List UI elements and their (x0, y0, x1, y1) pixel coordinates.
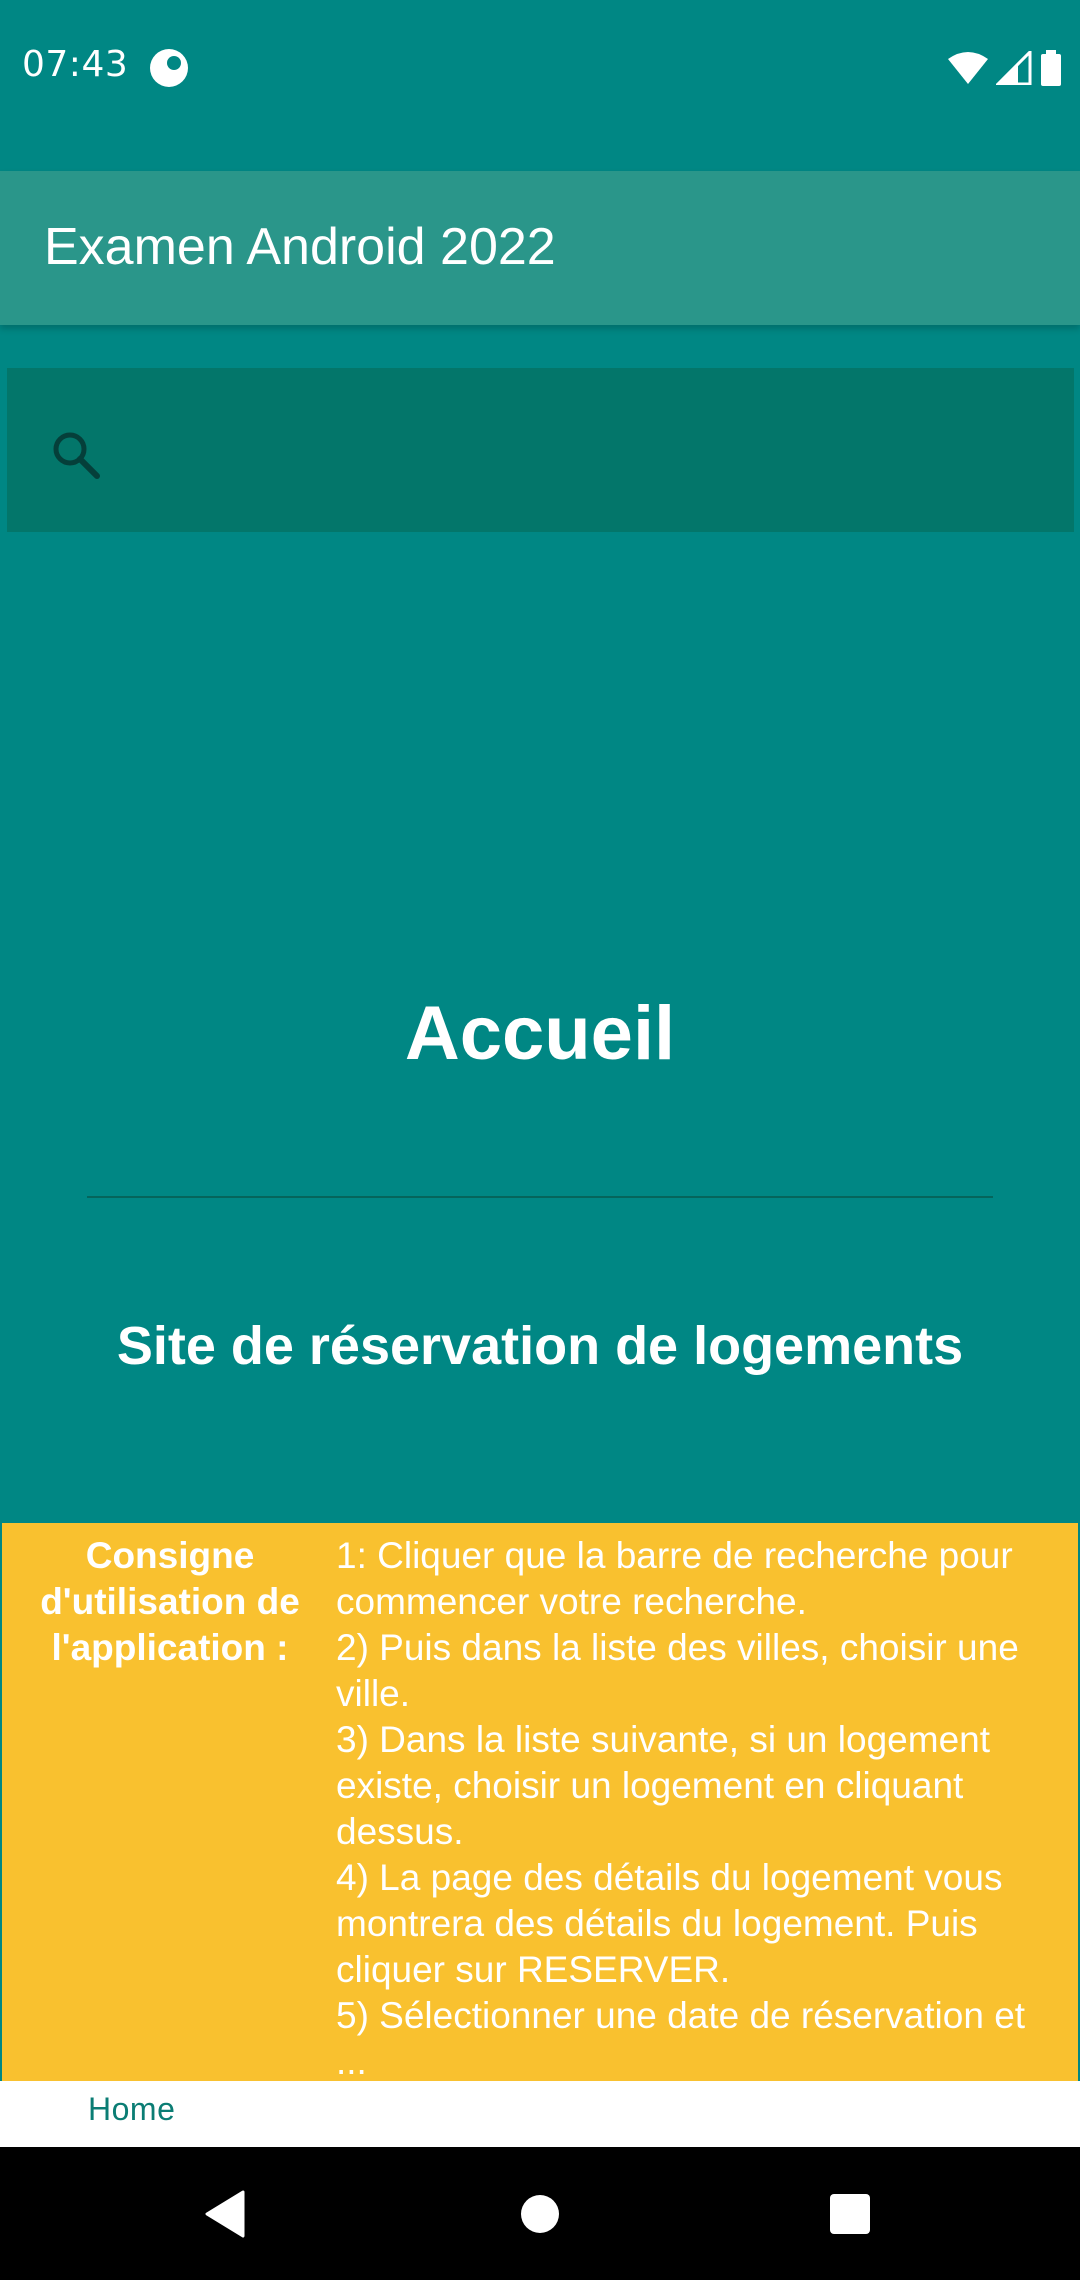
instructions-steps: 1: Cliquer que la barre de recherche pou… (336, 1533, 1066, 2081)
status-icons (948, 48, 1062, 88)
app-bar: Examen Android 2022 (0, 171, 1080, 325)
home-button[interactable] (480, 2147, 600, 2280)
back-icon (205, 2190, 245, 2237)
divider (87, 1196, 993, 1198)
instruction-step: 3) Dans la liste suivante, si un logemen… (336, 1719, 991, 1852)
system-nav-bar (0, 2147, 1080, 2280)
app-notification-icon (150, 49, 188, 87)
battery-icon (1041, 50, 1061, 86)
recents-icon (830, 2193, 870, 2234)
search-input[interactable] (137, 408, 1041, 494)
signal-icon (996, 51, 1032, 85)
page-title: Accueil (404, 991, 676, 1076)
wifi-icon (948, 52, 988, 84)
back-button[interactable] (165, 2147, 285, 2280)
bottom-tab-bar: Home (0, 2081, 1080, 2147)
app-title: Examen Android 2022 (44, 218, 556, 276)
status-bar: 07:43 (0, 0, 1080, 135)
instruction-step: 5) Sélectionner une date de réservation … (336, 1995, 1026, 2081)
instructions-label: Consigne d'utilisation de l'application … (40, 1535, 300, 1668)
status-time: 07:43 (22, 44, 129, 85)
recents-button[interactable] (790, 2147, 910, 2280)
tab-home[interactable]: Home (88, 2091, 175, 2128)
search-icon[interactable] (47, 426, 107, 486)
search-bar[interactable] (7, 368, 1074, 532)
page-subtitle: Site de réservation de logements (116, 1316, 964, 1376)
instructions-panel: Consigne d'utilisation de l'application … (2, 1523, 1078, 2081)
instruction-step: 2) Puis dans la liste des villes, choisi… (336, 1627, 1019, 1714)
home-icon (521, 2194, 559, 2233)
instruction-step: 1: Cliquer que la barre de recherche pou… (336, 1535, 1013, 1622)
instruction-step: 4) La page des détails du logement vous … (336, 1857, 1003, 1990)
